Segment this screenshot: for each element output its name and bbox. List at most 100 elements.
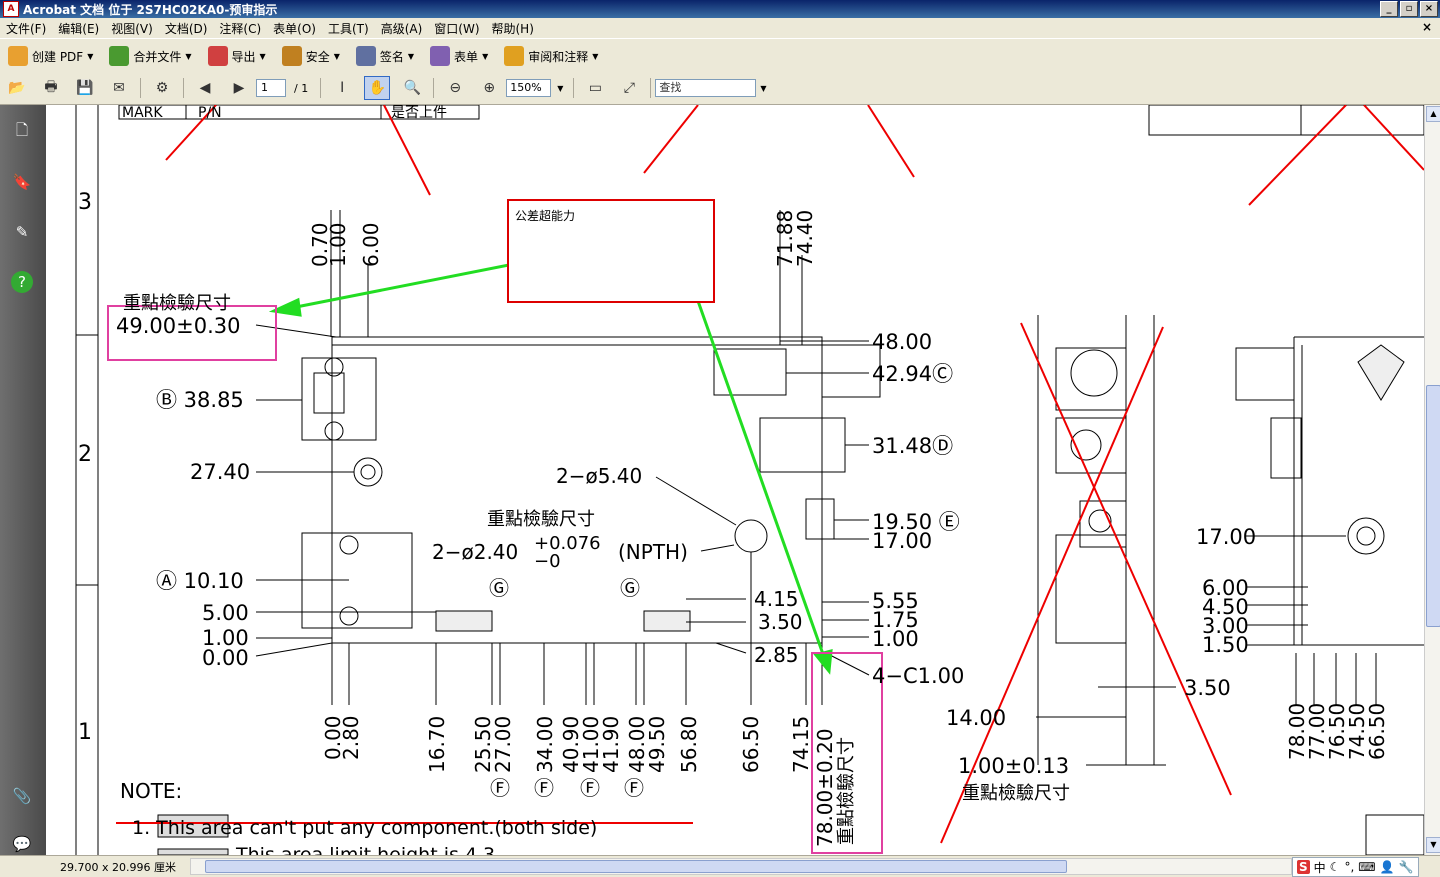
- vertical-scroll-thumb[interactable]: [1426, 385, 1440, 627]
- next-page-icon[interactable]: ▶: [227, 77, 251, 99]
- hole-540-dimension: 2−ø5.40: [556, 464, 642, 488]
- security-button[interactable]: 安全 ▼: [274, 46, 348, 66]
- comment-annotation-box[interactable]: 公差超能力: [507, 199, 715, 303]
- datum-f-1: Ⓕ: [490, 776, 510, 800]
- zoom-level-input[interactable]: 150%: [506, 79, 552, 97]
- side-dim-1400: 14.00: [946, 706, 1006, 730]
- ime-language[interactable]: 中: [1314, 859, 1326, 876]
- open-folder-icon[interactable]: 📂: [5, 77, 29, 99]
- find-input[interactable]: 查找: [655, 79, 757, 97]
- bottom-dim-280: 2.80: [339, 715, 363, 760]
- find-users-icon[interactable]: ⚙: [150, 77, 174, 99]
- bottom-dim-2700: 27.00: [491, 716, 515, 773]
- bottom-dim-7415: 74.15: [789, 716, 813, 773]
- find-dropdown-icon[interactable]: ▼: [760, 84, 766, 93]
- create-pdf-icon: [8, 46, 28, 66]
- email-icon[interactable]: ✉: [107, 77, 131, 99]
- bookmarks-icon[interactable]: 🔖: [11, 171, 33, 193]
- document-close-button[interactable]: ×: [1422, 20, 1432, 34]
- chamfer-dimension: 4−C1.00: [872, 664, 964, 688]
- menu-advanced[interactable]: 高级(A): [375, 20, 429, 37]
- datum-f-4: Ⓕ: [624, 776, 644, 800]
- dimension-4294: 42.94Ⓒ: [872, 362, 953, 386]
- create-pdf-label: 创建 PDF: [32, 49, 84, 64]
- comments-icon[interactable]: 💬: [11, 833, 33, 855]
- menu-forms[interactable]: 表单(O): [267, 20, 322, 37]
- row-marker-2: 2: [78, 442, 92, 467]
- zoom-out-icon[interactable]: ⊖: [443, 77, 467, 99]
- close-button[interactable]: ×: [1420, 1, 1438, 17]
- horizontal-scroll-thumb[interactable]: [205, 860, 1067, 873]
- export-icon: [207, 46, 228, 66]
- pages-icon[interactable]: 🗋: [11, 121, 33, 143]
- menu-edit[interactable]: 编辑(E): [52, 20, 105, 37]
- minimize-button[interactable]: _: [1380, 1, 1398, 17]
- ime-keyboard-icon[interactable]: ⌨: [1358, 860, 1375, 874]
- menu-view[interactable]: 视图(V): [105, 20, 159, 37]
- key-dimension-label-3: 重點檢驗尺寸: [836, 737, 857, 845]
- forms-button[interactable]: 表单 ▼: [422, 46, 496, 66]
- comment-annotation-text: 公差超能力: [515, 209, 576, 223]
- far-bottom-dim-6650: 66.50: [1365, 703, 1389, 760]
- page-total: / 1: [294, 81, 309, 95]
- bottom-dim-5680: 56.80: [677, 716, 701, 773]
- dimension-000-left: 0.00: [202, 646, 249, 670]
- navigation-toolbar: 📂 🖶 💾 ✉ ⚙ ◀ ▶ 1 / 1 I ✋ 🔍 ⊖ ⊕ 150% ▼ ▭ ⤢…: [0, 72, 1440, 105]
- print-icon[interactable]: 🖶: [39, 77, 63, 99]
- save-icon[interactable]: 💾: [73, 77, 97, 99]
- ime-toolbar[interactable]: S 中 ☾ °, ⌨ 👤 🔧: [1292, 857, 1419, 877]
- table-header-mark: MARK: [122, 105, 163, 121]
- dimension-285: 2.85: [754, 643, 799, 667]
- fit-page-icon[interactable]: ⤢: [617, 77, 641, 99]
- page-number-input[interactable]: 1: [256, 79, 286, 97]
- zoom-in-icon[interactable]: ⊕: [477, 77, 501, 99]
- dimension-3148: 31.48Ⓓ: [872, 434, 953, 458]
- create-pdf-button[interactable]: 创建 PDF ▼: [0, 46, 101, 66]
- attachments-icon[interactable]: 📎: [11, 785, 33, 807]
- zoom-tool-icon[interactable]: 🔍: [400, 77, 424, 99]
- select-text-icon[interactable]: I: [330, 77, 354, 99]
- combine-files-button[interactable]: 合并文件 ▼: [101, 46, 199, 66]
- restore-button[interactable]: ▫: [1400, 1, 1418, 17]
- previous-page-icon[interactable]: ◀: [193, 77, 217, 99]
- row-marker-3: 3: [78, 190, 92, 215]
- sign-button[interactable]: 签名 ▼: [348, 46, 422, 66]
- signatures-icon[interactable]: ✎: [11, 221, 33, 243]
- forms-label: 表单: [454, 49, 479, 64]
- bottom-dim-6650: 66.50: [739, 716, 763, 773]
- far-right-dim-1700: 17.00: [1196, 525, 1256, 549]
- menu-document[interactable]: 文档(D): [159, 20, 214, 37]
- export-button[interactable]: 导出 ▼: [200, 46, 274, 66]
- dimension-top-100: 1.00: [326, 222, 350, 267]
- review-icon: [504, 46, 525, 66]
- dimension-top-7440: 74.40: [793, 210, 817, 267]
- acrobat-app-icon: A: [3, 1, 19, 17]
- document-view[interactable]: 3 2 1 MARK P/N 是否上件 重點檢驗尺寸 49.00±0.30 0.…: [46, 105, 1424, 855]
- horizontal-scrollbar[interactable]: [190, 858, 1292, 875]
- datum-g-1: Ⓖ: [489, 576, 509, 600]
- menu-file[interactable]: 文件(F): [0, 20, 52, 37]
- ime-settings-icon[interactable]: 🔧: [1399, 860, 1414, 874]
- scroll-down-icon[interactable]: ▼: [1426, 837, 1440, 853]
- combine-files-icon: [109, 46, 130, 66]
- ime-punct-icon[interactable]: °,: [1344, 860, 1354, 874]
- help-icon[interactable]: ?: [11, 271, 33, 293]
- key-dimension-label-1: 重點檢驗尺寸: [123, 293, 231, 314]
- hand-tool-icon[interactable]: ✋: [364, 76, 391, 100]
- ime-logo-icon: S: [1297, 860, 1310, 874]
- ime-user-icon[interactable]: 👤: [1380, 860, 1395, 874]
- review-comment-button[interactable]: 审阅和注释 ▼: [496, 46, 606, 66]
- menu-tools[interactable]: 工具(T): [322, 20, 375, 37]
- dimension-350: 3.50: [758, 610, 803, 634]
- menu-help[interactable]: 帮助(H): [486, 20, 540, 37]
- actual-size-icon[interactable]: ▭: [583, 77, 607, 99]
- far-right-dim-150: 1.50: [1202, 633, 1249, 657]
- sign-label: 签名: [379, 49, 404, 64]
- scroll-up-icon[interactable]: ▲: [1426, 106, 1440, 122]
- zoom-dropdown-icon[interactable]: ▼: [557, 84, 563, 93]
- ime-moon-icon[interactable]: ☾: [1330, 860, 1341, 874]
- hole-npth-dimension: 2−ø2.40: [432, 540, 518, 564]
- menu-comments[interactable]: 注释(C): [213, 20, 267, 37]
- menu-window[interactable]: 窗口(W): [428, 20, 485, 37]
- vertical-scrollbar[interactable]: ▲ ▼: [1424, 105, 1440, 855]
